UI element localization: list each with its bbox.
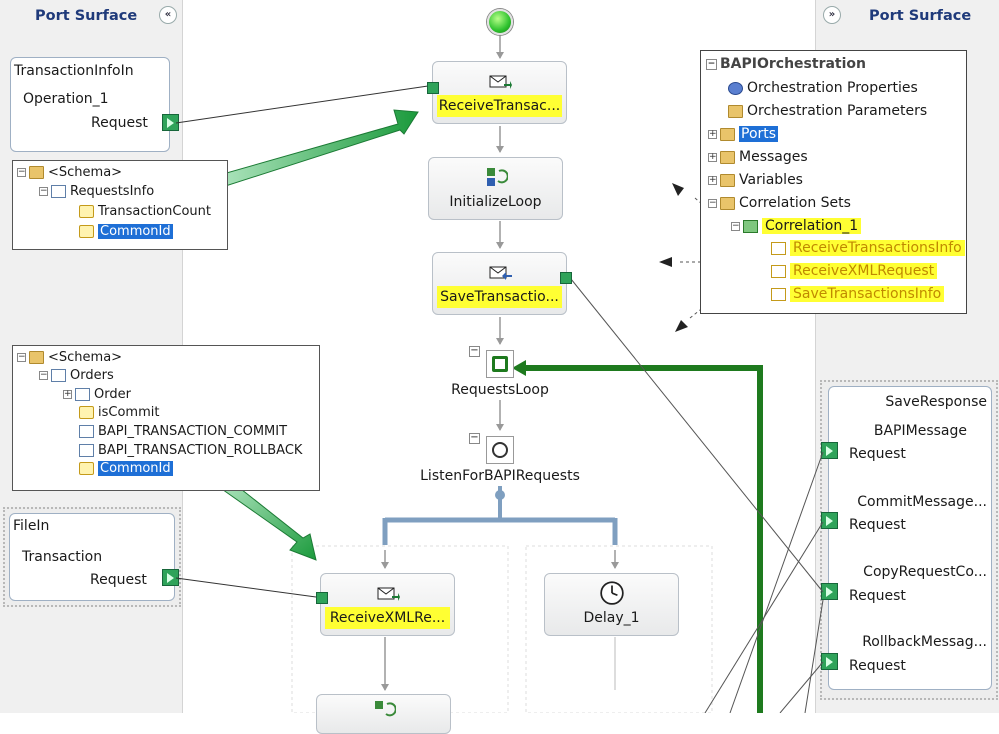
orch-item-label: Messages — [739, 149, 808, 165]
tree-node-label: <Schema> — [48, 165, 123, 180]
orch-correlation-child[interactable]: SaveTransactionsInfo — [771, 284, 945, 304]
orch-correlation-label: Correlation_1 — [762, 218, 862, 234]
tree-node-label: TransactionCount — [98, 204, 211, 219]
tree-node[interactable]: + Order — [63, 386, 131, 404]
orch-root-label: BAPIOrchestration — [720, 56, 866, 72]
envelope-icon — [771, 241, 786, 255]
tree-node-label: <Schema> — [48, 350, 123, 365]
orch-correlation-node[interactable]: − Correlation_1 — [731, 216, 862, 236]
folder-open-icon — [720, 196, 735, 210]
orch-item-label: Orchestration Properties — [747, 80, 918, 96]
listen-label: ListenForBAPIRequests — [420, 468, 580, 484]
orchestration-view-panel: − BAPIOrchestration Orchestration Propert… — [700, 50, 967, 314]
folder-open-icon — [29, 166, 44, 179]
shape-label: InitializeLoop — [449, 194, 542, 210]
folder-icon — [720, 150, 735, 164]
expression-icon — [374, 701, 396, 717]
tree-node[interactable]: − Orders — [39, 367, 114, 385]
requests-loop-label: RequestsLoop — [451, 382, 549, 398]
tree-node-label: Orders — [70, 368, 114, 383]
property-key-icon — [79, 406, 94, 419]
orch-item-ports[interactable]: + Ports — [708, 124, 779, 144]
shape-port-receive1[interactable] — [427, 82, 439, 94]
shape-receive-xml[interactable]: ReceiveXMLRe... — [320, 573, 455, 636]
tree-node[interactable]: − RequestsInfo — [39, 183, 154, 201]
folder-icon — [728, 104, 743, 118]
tree-node-label: CommonId — [98, 461, 173, 476]
correlation-icon — [743, 219, 758, 233]
tree-node-label: RequestsInfo — [70, 184, 155, 199]
orch-root[interactable]: − BAPIOrchestration — [706, 54, 866, 74]
orch-child-label: ReceiveTransactionsInfo — [790, 240, 965, 256]
orch-item-parameters[interactable]: Orchestration Parameters — [728, 101, 927, 121]
tree-node-label: isCommit — [98, 405, 160, 420]
start-shape[interactable] — [487, 9, 513, 35]
tree-node[interactable]: TransactionCount — [79, 203, 211, 221]
shape-label: ReceiveTransac... — [437, 95, 562, 117]
folder-icon — [720, 127, 735, 141]
orch-item-label: Variables — [739, 172, 803, 188]
tree-node[interactable]: − <Schema> — [17, 164, 122, 182]
schema-tree-orders: − <Schema> − Orders + Order isCommit BAPI_T… — [12, 345, 320, 491]
orch-item-label: Orchestration Parameters — [747, 103, 928, 119]
tree-node-label: Order — [94, 387, 131, 402]
tree-node[interactable]: BAPI_TRANSACTION_ROLLBACK — [79, 442, 302, 460]
send-envelope-icon — [489, 266, 512, 280]
envelope-icon — [771, 287, 786, 301]
orch-correlation-child[interactable]: ReceiveXMLRequest — [771, 261, 938, 281]
orch-item-label: Ports — [739, 126, 779, 142]
folder-icon — [720, 173, 735, 187]
shape-receive-transactions[interactable]: ReceiveTransac... — [432, 61, 567, 124]
record-icon — [51, 185, 66, 198]
shape-next-expression[interactable] — [316, 694, 451, 734]
orch-correlation-child[interactable]: ReceiveTransactionsInfo — [771, 238, 965, 258]
field-icon — [79, 425, 94, 438]
tree-node-label: BAPI_TRANSACTION_COMMIT — [98, 424, 288, 439]
gear-icon — [728, 81, 743, 95]
tree-node-selected[interactable]: CommonId — [79, 460, 173, 478]
shape-delay[interactable]: Delay_1 — [544, 573, 679, 636]
record-icon — [75, 388, 90, 401]
shape-label: SaveTransactio... — [437, 286, 562, 308]
collapse-listen-toggle[interactable]: − — [469, 433, 480, 444]
expression-icon — [486, 168, 508, 186]
record-icon — [51, 369, 66, 382]
shape-port-receive-xml[interactable] — [316, 592, 328, 604]
field-icon — [79, 444, 94, 457]
shape-save-transactions[interactable]: SaveTransactio... — [432, 252, 567, 315]
shape-label: ReceiveXMLRe... — [325, 607, 450, 629]
folder-open-icon — [29, 351, 44, 364]
collapse-loop-toggle[interactable]: − — [469, 346, 480, 357]
orch-child-label: ReceiveXMLRequest — [790, 263, 938, 279]
property-key-icon — [79, 225, 94, 238]
receive-envelope-icon — [377, 587, 400, 601]
tree-node[interactable]: isCommit — [79, 404, 159, 422]
tree-node[interactable]: BAPI_TRANSACTION_COMMIT — [79, 423, 287, 441]
tree-node-label: CommonId — [98, 224, 173, 239]
orch-item-properties[interactable]: Orchestration Properties — [728, 78, 918, 98]
property-key-icon — [79, 205, 94, 218]
shape-port-save[interactable] — [560, 272, 572, 284]
tree-node[interactable]: − <Schema> — [17, 349, 122, 367]
receive-envelope-icon — [489, 75, 512, 89]
schema-tree-requestsinfo: − <Schema> − RequestsInfo TransactionCount… — [12, 160, 228, 250]
envelope-icon — [771, 264, 786, 278]
tree-node-selected[interactable]: CommonId — [79, 223, 173, 241]
listen-clock-icon[interactable] — [486, 436, 514, 464]
shape-initialize-loop[interactable]: InitializeLoop — [428, 157, 563, 220]
loop-icon[interactable] — [486, 350, 514, 378]
clock-icon — [599, 581, 624, 605]
shape-label: Delay_1 — [583, 610, 640, 626]
property-key-icon — [79, 462, 94, 475]
orch-item-correlation-sets[interactable]: − Correlation Sets — [708, 193, 851, 213]
orch-item-messages[interactable]: + Messages — [708, 147, 808, 167]
orch-item-label: Correlation Sets — [739, 195, 851, 211]
orch-child-label: SaveTransactionsInfo — [790, 286, 945, 302]
orch-item-variables[interactable]: + Variables — [708, 170, 803, 190]
tree-node-label: BAPI_TRANSACTION_ROLLBACK — [98, 443, 303, 458]
